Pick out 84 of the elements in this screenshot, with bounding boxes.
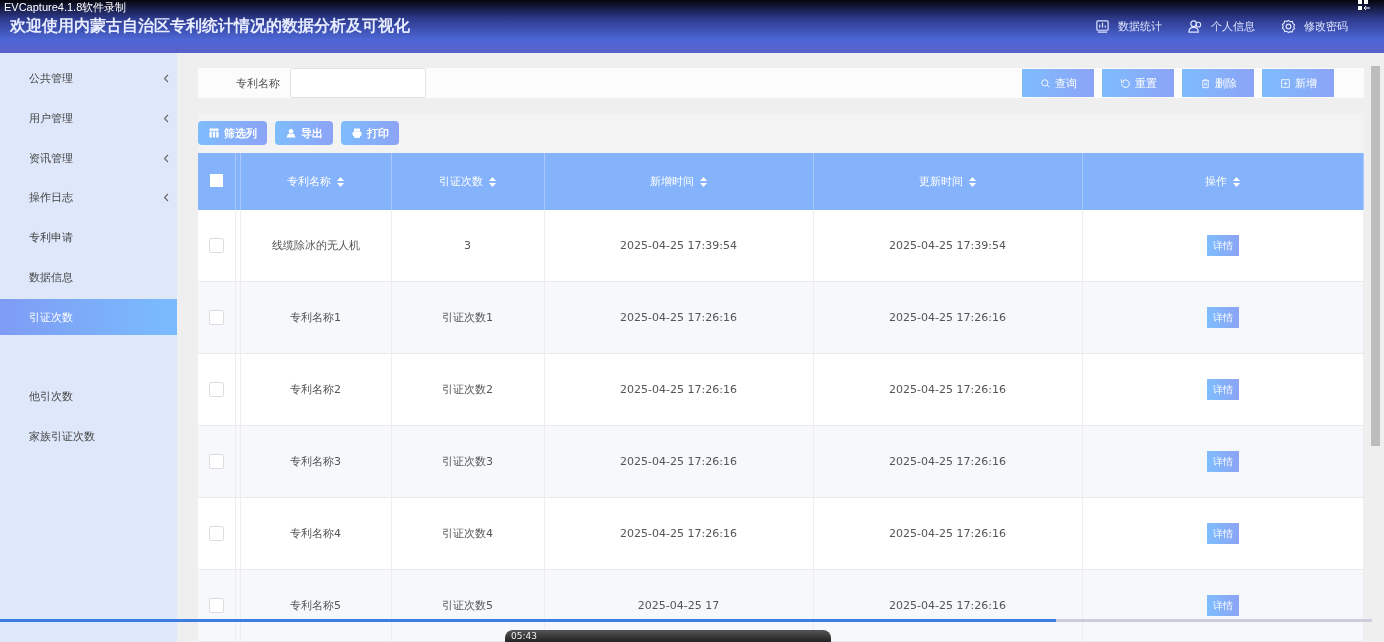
sidebar-item[interactable]: 公共管理: [0, 59, 177, 99]
app-title: 欢迎使用内蒙古自治区专利统计情况的数据分析及可视化: [10, 16, 410, 37]
table-cell: 3: [464, 239, 471, 252]
details-button[interactable]: 详情: [1206, 451, 1239, 472]
checkbox[interactable]: [208, 310, 224, 325]
action-button[interactable]: 删除: [1182, 69, 1254, 97]
sidebar-item[interactable]: 操作日志: [0, 178, 177, 218]
header-link[interactable]: 个人信息: [1188, 19, 1255, 34]
table-cell: 2025-04-25 17:26:16: [889, 599, 1006, 612]
action-button[interactable]: 查询: [1022, 69, 1094, 97]
sort-icon[interactable]: [969, 177, 976, 187]
header-link[interactable]: 数据统计: [1095, 19, 1162, 34]
table-cell: 2025-04-25 17:39:54: [620, 239, 737, 252]
sidebar-item[interactable]: 专利申请: [0, 217, 177, 258]
action-button[interactable]: 重置: [1102, 69, 1174, 97]
progress-bar[interactable]: [0, 619, 1372, 622]
settings-icon: [1281, 19, 1296, 34]
trash-icon: [1199, 77, 1211, 89]
time-label: 05:43: [511, 631, 537, 641]
details-button[interactable]: 详情: [1206, 595, 1239, 616]
table-cell: 引证次数3: [442, 455, 493, 468]
table-cell: 2025-04-25 17:26:16: [620, 311, 737, 324]
table-cell: 2025-04-25 17:26:16: [889, 311, 1006, 324]
sort-icon[interactable]: [337, 177, 344, 187]
table-cell: 线缆除冰的无人机: [271, 239, 360, 252]
person-icon: [285, 127, 297, 139]
table-cell: 引证次数4: [442, 527, 493, 540]
sidebar-item[interactable]: 家族引证次数: [0, 416, 177, 457]
sidebar-item[interactable]: 资讯管理: [0, 138, 177, 179]
reset-icon: [1119, 77, 1131, 89]
checkbox[interactable]: [208, 526, 224, 541]
table-cell: 2025-04-25 17:26:16: [889, 527, 1006, 540]
toolbar-button[interactable]: 导出: [275, 121, 333, 145]
checkbox[interactable]: [208, 598, 224, 613]
table-cell: 引证次数2: [442, 383, 493, 396]
scrollbar[interactable]: [1371, 66, 1380, 446]
column-header[interactable]: 引证次数: [439, 175, 483, 188]
table-cell: 专利名称3: [290, 455, 341, 468]
table-cell: 2025-04-25 17: [637, 599, 720, 612]
sidebar-item[interactable]: 他引次数: [0, 376, 177, 417]
column-header[interactable]: 专利名称: [287, 175, 331, 188]
details-button[interactable]: 详情: [1206, 379, 1239, 400]
header-link[interactable]: 修改密码: [1281, 19, 1348, 34]
details-button[interactable]: 详情: [1206, 235, 1239, 256]
chart-icon: [1095, 19, 1110, 34]
checkbox[interactable]: [208, 382, 224, 397]
table-cell: 专利名称1: [290, 311, 341, 324]
table-cell: 引证次数5: [442, 599, 493, 612]
sort-icon[interactable]: [489, 177, 496, 187]
plus-icon: [1279, 77, 1291, 89]
table-cell: 专利名称2: [290, 383, 341, 396]
checkbox[interactable]: [208, 238, 224, 253]
users-icon: [1188, 19, 1203, 34]
table-cell: 2025-04-25 17:26:16: [620, 383, 737, 396]
table-cell: 专利名称5: [290, 599, 341, 612]
toolbar-button[interactable]: 打印: [341, 121, 399, 145]
table-cell: 2025-04-25 17:26:16: [889, 383, 1006, 396]
field-label: 专利名称: [236, 75, 280, 91]
sidebar-item[interactable]: 数据信息: [0, 257, 177, 298]
column-header[interactable]: 更新时间: [919, 175, 963, 188]
recorder-title: EVCapture4.1.8软件录制: [4, 0, 127, 15]
sidebar-item[interactable]: 用户管理: [0, 98, 177, 139]
column-header[interactable]: 操作: [1205, 175, 1228, 188]
table-cell: 专利名称4: [290, 527, 341, 540]
table-cell: 2025-04-25 17:26:16: [620, 527, 737, 540]
sort-icon[interactable]: [1233, 177, 1241, 187]
table-cell: 引证次数1: [442, 311, 493, 324]
toolbar-button[interactable]: 筛选列: [198, 121, 267, 145]
table-cell: 2025-04-25 17:26:16: [889, 455, 1006, 468]
checkbox[interactable]: [209, 173, 223, 187]
table-cell: 2025-04-25 17:39:54: [889, 239, 1006, 252]
sort-icon[interactable]: [700, 177, 707, 187]
print-icon: [351, 127, 363, 139]
window-control-icon[interactable]: [1358, 0, 1370, 12]
details-button[interactable]: 详情: [1206, 523, 1239, 544]
input-field[interactable]: [290, 68, 426, 98]
table-cell: 2025-04-25 17:26:16: [620, 455, 737, 468]
checkbox[interactable]: [208, 454, 224, 469]
action-button[interactable]: 新增: [1262, 69, 1334, 97]
column-header[interactable]: 新增时间: [650, 175, 694, 188]
columns-icon: [208, 127, 220, 139]
search-icon: [1039, 77, 1051, 89]
sidebar-item[interactable]: 引证次数: [0, 299, 177, 336]
details-button[interactable]: 详情: [1206, 307, 1239, 328]
